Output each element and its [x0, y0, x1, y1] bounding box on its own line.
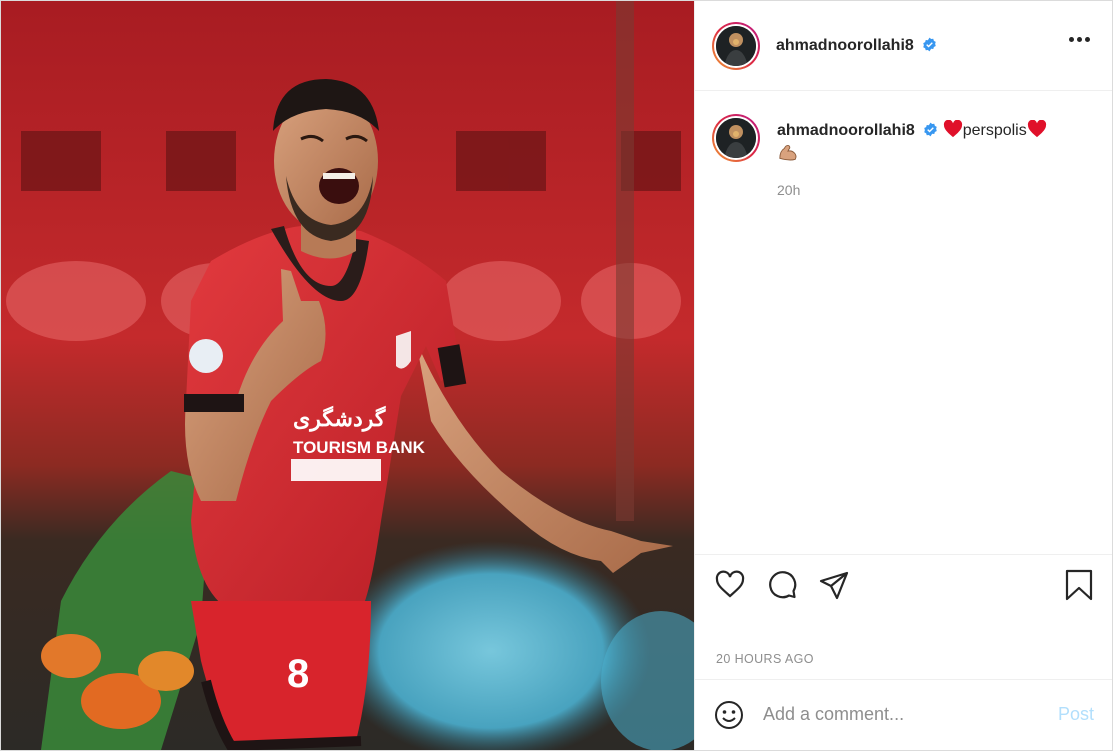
post-photo-illustration: 8 گردشگری TOURISM BANK — [1, 1, 694, 750]
more-dot-icon — [1077, 37, 1082, 42]
caption-username[interactable]: ahmadnoorollahi8 — [777, 122, 915, 139]
bookmark-icon[interactable] — [1064, 569, 1094, 601]
more-dot-icon — [1069, 37, 1074, 42]
caption-time[interactable]: 20h — [777, 179, 1047, 202]
more-dot-icon — [1085, 37, 1090, 42]
post-details-panel: ahmadnoorollahi8 ahmadnoorollahi8 perspo… — [694, 1, 1112, 750]
avatar-image — [716, 118, 756, 158]
verified-badge-icon — [923, 37, 936, 51]
caption-body: ahmadnoorollahi8 perspolis 20h — [777, 119, 1047, 202]
comment-input[interactable] — [763, 704, 1033, 725]
verified-badge-icon — [924, 122, 937, 137]
more-options-button[interactable] — [1069, 37, 1090, 42]
post-timestamp[interactable]: 20 HOURS AGO — [716, 652, 814, 666]
header-username[interactable]: ahmadnoorollahi8 — [776, 37, 937, 55]
comment-icon[interactable] — [766, 569, 798, 601]
post-image[interactable]: 8 گردشگری TOURISM BANK — [1, 1, 694, 750]
svg-text:گردشگری: گردشگری — [293, 405, 386, 432]
post-header: ahmadnoorollahi8 — [695, 1, 1112, 91]
red-heart-emoji-icon — [1027, 120, 1046, 138]
emoji-picker-icon[interactable] — [713, 699, 745, 731]
svg-text:TOURISM BANK: TOURISM BANK — [293, 438, 426, 457]
share-icon[interactable] — [818, 569, 850, 601]
red-heart-emoji-icon — [943, 120, 962, 138]
caption-row: ahmadnoorollahi8 perspolis 20h — [712, 114, 1095, 202]
caption-avatar[interactable] — [712, 114, 760, 162]
post-comment-button[interactable]: Post — [1058, 704, 1094, 725]
caption-text: perspolis — [962, 122, 1027, 139]
add-comment-bar: Post — [695, 679, 1112, 749]
heart-icon[interactable] — [714, 569, 746, 601]
avatar[interactable] — [712, 21, 760, 70]
comments-section: ahmadnoorollahi8 perspolis 20h — [695, 91, 1112, 554]
flexed-biceps-emoji-icon — [779, 145, 797, 161]
avatar-image — [716, 25, 756, 66]
jersey-number: 8 — [287, 652, 309, 696]
instagram-post: 8 گردشگری TOURISM BANK ahmadnoorollahi8 … — [0, 0, 1113, 751]
actions-bar: 20 HOURS AGO — [695, 554, 1112, 679]
